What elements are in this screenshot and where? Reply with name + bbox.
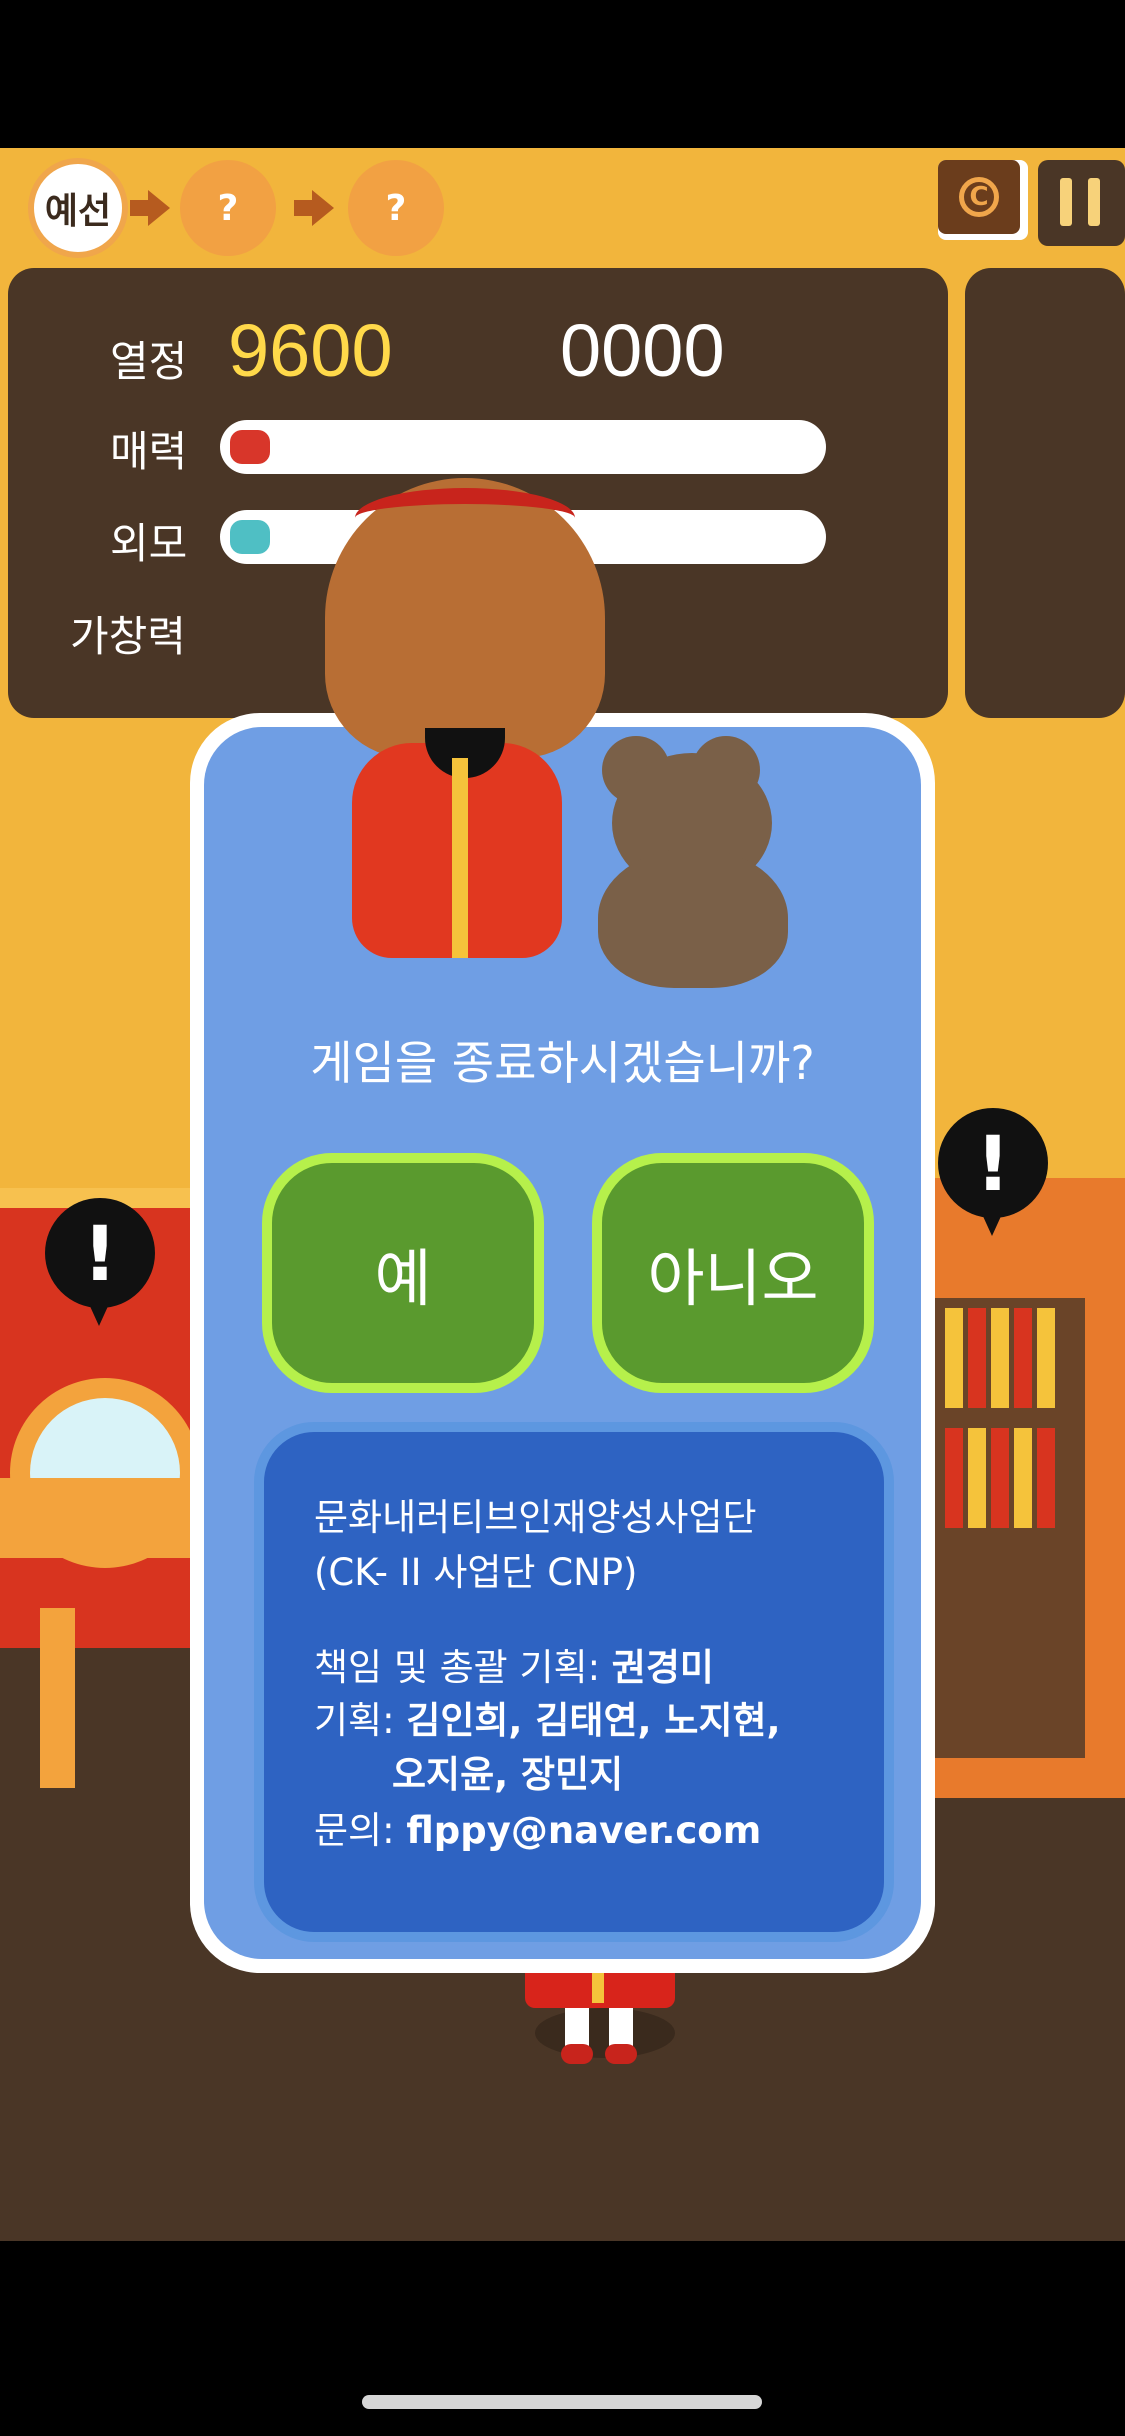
pause-icon — [1060, 178, 1072, 226]
yes-button[interactable]: 예 — [262, 1153, 544, 1393]
shelf-book — [945, 1308, 963, 1408]
book-button[interactable]: C — [938, 160, 1028, 240]
credits-box: 문화내러티브인재양성사업단 (CK- II 사업단 CNP) 책임 및 총괄 기… — [254, 1422, 894, 1942]
stage-current: 예선 — [28, 158, 128, 258]
singing-label: 가창력 — [70, 612, 186, 661]
copyright-glyph: C — [959, 177, 999, 217]
shelf-book — [991, 1428, 1009, 1528]
book-icon: C — [938, 160, 1020, 234]
credits-lead-label: 책임 및 총괄 기획: — [314, 1646, 612, 1689]
alert-bubble-left[interactable]: ! — [45, 1198, 155, 1326]
credits-plan: 기획: 김인희, 김태연, 노지현, — [314, 1690, 781, 1744]
exit-dialog-title: 게임을 종료하시겠습니까? — [310, 1036, 815, 1090]
credits-plan-label: 기획: — [314, 1699, 407, 1742]
credits-org-line2: (CK- II 사업단 CNP) — [314, 1551, 638, 1594]
looks-label: 외모 — [110, 519, 188, 568]
girl-stripe — [452, 758, 468, 958]
credits-contact: 문의: flppy@naver.com — [314, 1800, 761, 1854]
credits-plan-names-2: 오지윤, 장민지 — [392, 1753, 624, 1796]
passion-label: 열정 — [110, 337, 188, 386]
teddy-bear-body — [598, 848, 788, 988]
shelf-book — [1037, 1428, 1055, 1528]
charm-bar — [220, 420, 826, 474]
stage-arrow-icon — [294, 190, 334, 226]
girl-headband — [355, 488, 575, 548]
stage-next-1: ? — [180, 160, 276, 256]
stage-arrow-icon — [130, 190, 170, 226]
passion-value: 9600 — [228, 309, 393, 392]
charm-bar-fill — [230, 430, 270, 464]
passion-max: 0000 — [560, 309, 725, 392]
credits-lead-name: 권경미 — [611, 1646, 714, 1689]
shelf-book — [1014, 1428, 1032, 1528]
exit-dialog: 게임을 종료하시겠습니까? 예 아니오 문화내러티브인재양성사업단 (CK- I… — [190, 713, 935, 1973]
stage-next-2: ? — [348, 160, 444, 256]
side-panel — [965, 268, 1125, 718]
looks-bar-fill — [230, 520, 270, 554]
credits-plan-names-1: 김인희, 김태연, 노지현, — [406, 1699, 781, 1742]
shelf-book — [991, 1308, 1009, 1408]
shelf-book — [1014, 1308, 1032, 1408]
pause-button[interactable] — [1038, 160, 1125, 246]
credits-org-line1: 문화내러티브인재양성사업단 — [314, 1496, 757, 1539]
alert-bubble-right[interactable]: ! — [938, 1108, 1048, 1236]
shelf-book — [968, 1428, 986, 1528]
shelf-book — [968, 1308, 986, 1408]
shelf-book — [945, 1428, 963, 1528]
shelf-book — [1037, 1308, 1055, 1408]
charm-label: 매력 — [110, 427, 188, 476]
vanity-leg — [40, 1608, 75, 1788]
game-screen: 예선 ? ? C 열정 9600 0000 매력 외모 가창력 ! ! 게임을 … — [0, 148, 1125, 2241]
credits-lead: 책임 및 총괄 기획: 권경미 — [314, 1637, 714, 1691]
exit-dialog-body: 게임을 종료하시겠습니까? 예 아니오 문화내러티브인재양성사업단 (CK- I… — [204, 727, 921, 1959]
no-button[interactable]: 아니오 — [592, 1153, 874, 1393]
pause-icon — [1088, 178, 1100, 226]
character-legs — [561, 2008, 637, 2068]
home-indicator[interactable] — [362, 2395, 762, 2409]
credits-contact-label: 문의: — [314, 1809, 407, 1852]
credits-contact-email[interactable]: flppy@naver.com — [406, 1809, 761, 1852]
